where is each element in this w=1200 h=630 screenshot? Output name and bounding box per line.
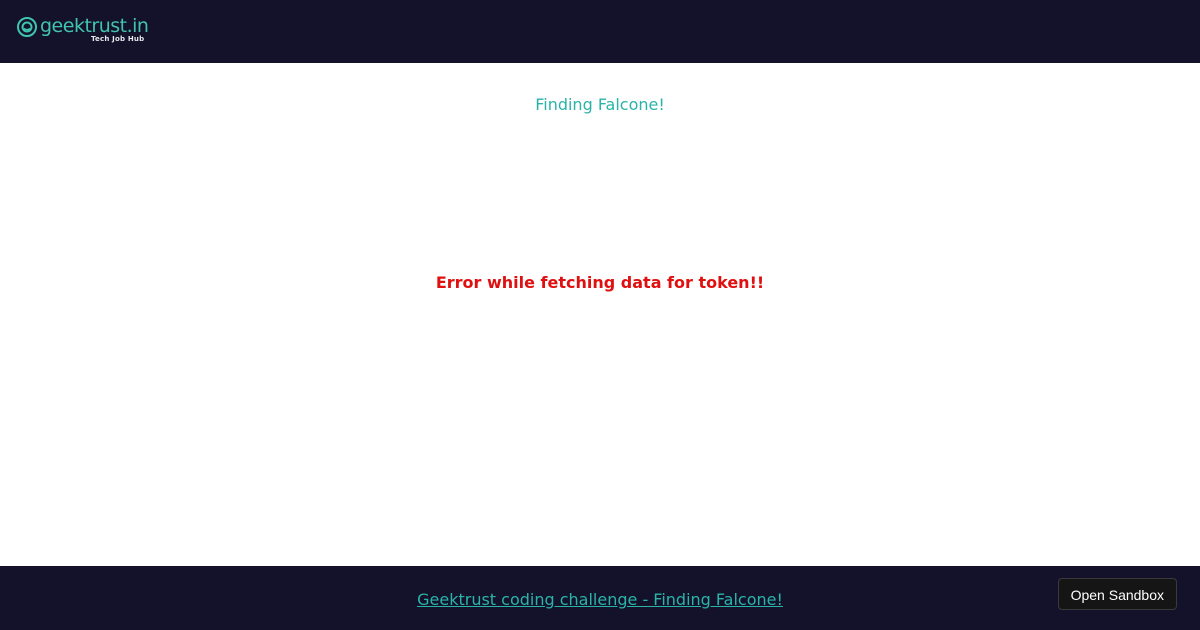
top-header: geektrust.in Tech Job Hub (0, 0, 1200, 63)
main-content: Finding Falcone! Error while fetching da… (0, 63, 1200, 566)
open-sandbox-button[interactable]: Open Sandbox (1057, 578, 1177, 610)
page-title: Finding Falcone! (535, 95, 665, 114)
error-message: Error while fetching data for token!! (435, 273, 765, 292)
challenge-link[interactable]: Geektrust coding challenge - Finding Fal… (417, 590, 783, 609)
footer-link-container: Geektrust coding challenge - Finding Fal… (0, 589, 1200, 611)
footer: Geektrust coding challenge - Finding Fal… (0, 566, 1200, 630)
page: geektrust.in Tech Job Hub Finding Falcon… (0, 0, 1200, 630)
geektrust-logo[interactable]: geektrust.in Tech Job Hub (16, 14, 149, 46)
geektrust-logo-icon (17, 17, 37, 37)
logo-tagline: Tech Job Hub (91, 35, 145, 43)
